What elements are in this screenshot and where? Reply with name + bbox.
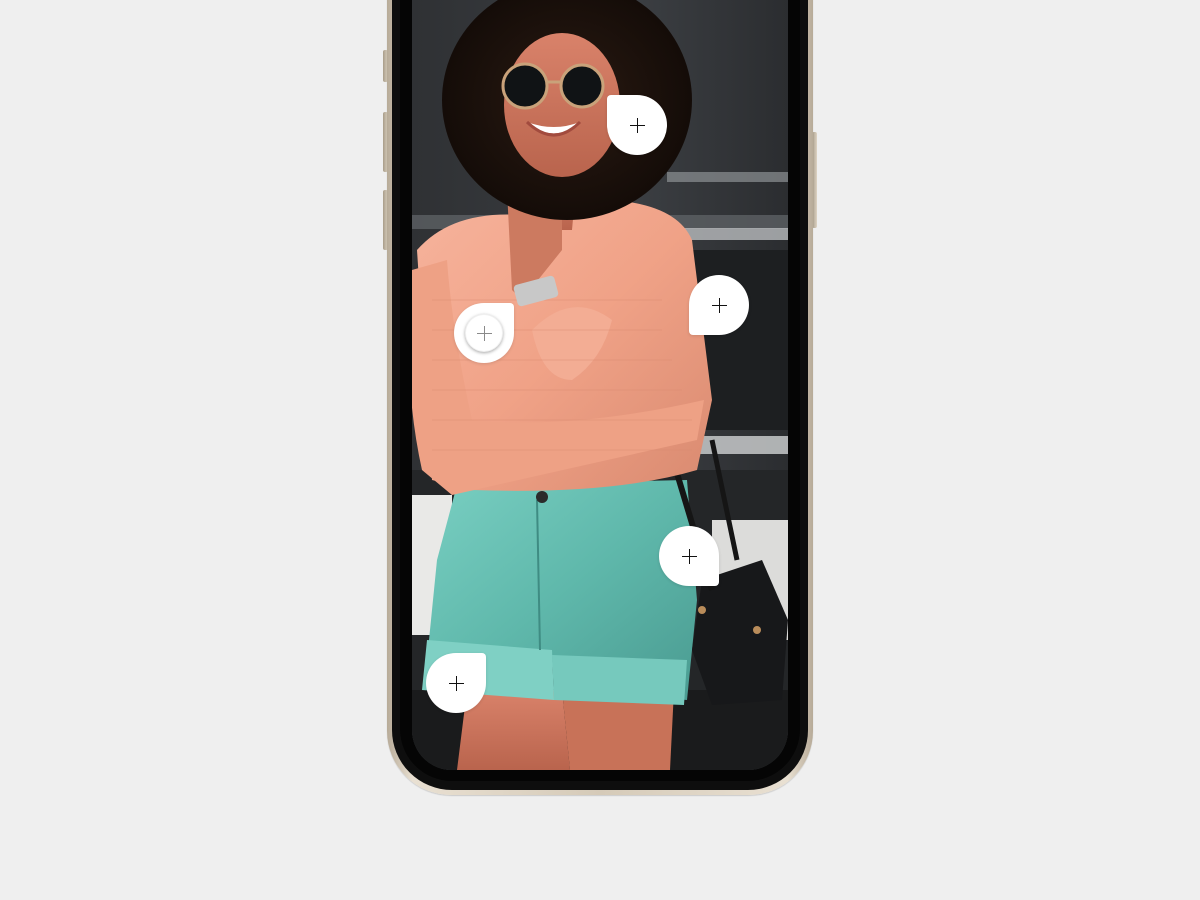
tag-selected-ring xyxy=(465,314,503,352)
plus-icon xyxy=(711,297,727,313)
tag-sunglasses[interactable] xyxy=(607,95,667,155)
plus-icon xyxy=(681,548,697,564)
mockup-stage xyxy=(0,0,1200,900)
plus-icon xyxy=(629,117,645,133)
tag-handbag[interactable] xyxy=(659,526,719,586)
tag-bag-strap[interactable] xyxy=(689,275,749,335)
phone-screen xyxy=(412,0,788,770)
tag-shorts[interactable] xyxy=(426,653,486,713)
plus-icon xyxy=(476,325,492,341)
tag-sweater[interactable] xyxy=(454,303,514,363)
plus-icon xyxy=(448,675,464,691)
